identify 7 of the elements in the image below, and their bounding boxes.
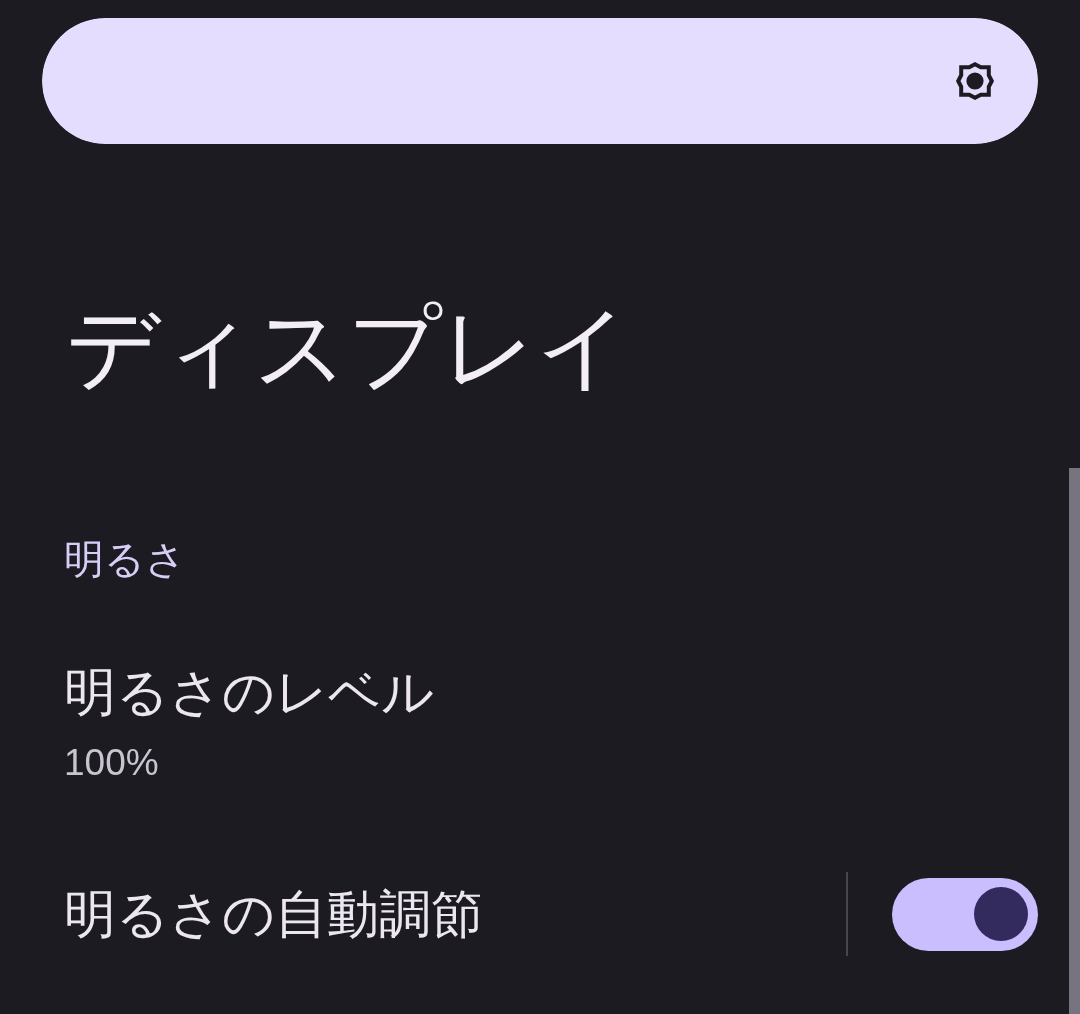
- setting-title[interactable]: 明るさのレベル: [64, 662, 434, 722]
- brightness-icon: [955, 61, 995, 101]
- toggle-thumb-icon: [974, 887, 1028, 941]
- section-header: 明るさ: [64, 536, 186, 583]
- setting-title[interactable]: 明るさの自動調節: [64, 884, 483, 944]
- page-title: ディスプレイ: [66, 295, 630, 400]
- setting-summary: 100%: [64, 742, 159, 784]
